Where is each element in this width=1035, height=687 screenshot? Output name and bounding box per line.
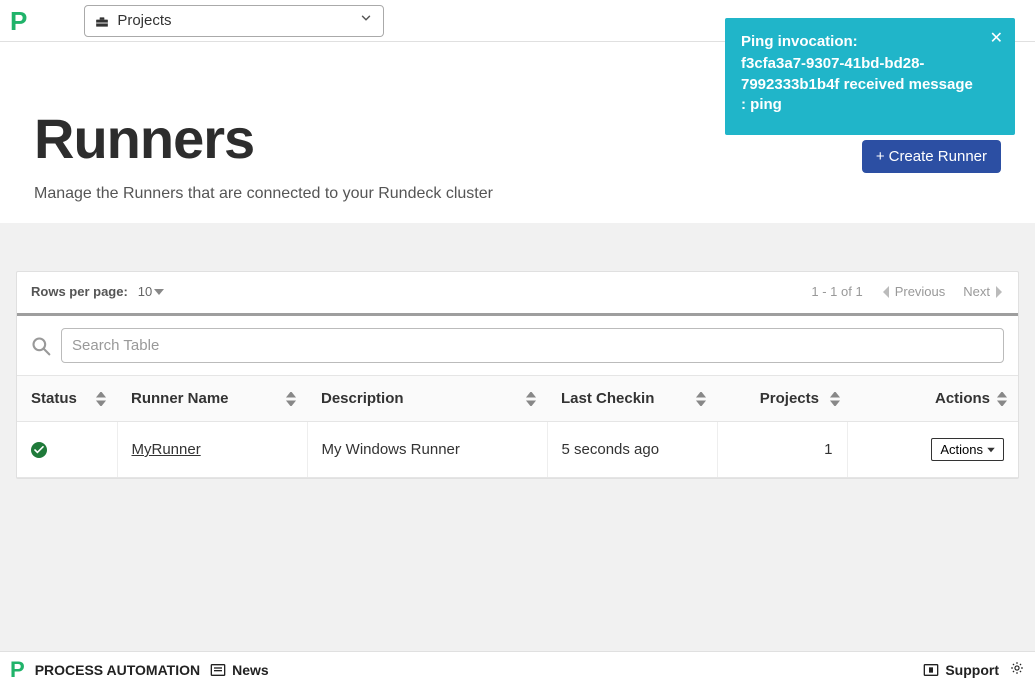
toast-title: Ping invocation: (741, 32, 979, 52)
prev-page-button[interactable]: Previous (881, 284, 946, 299)
runner-name-link[interactable]: MyRunner (132, 441, 201, 458)
search-row (17, 316, 1018, 376)
row-actions-label: Actions (940, 442, 983, 457)
rows-per-page-selector[interactable]: 10 (138, 284, 164, 299)
col-name-label: Runner Name (131, 390, 229, 407)
table-row: MyRunner My Windows Runner 5 seconds ago… (17, 422, 1018, 478)
support-icon (923, 663, 939, 677)
main-content: Rows per page: 10 1 - 1 of 1 Previous Ne… (0, 223, 1035, 687)
rows-per-page-label: Rows per page: (31, 284, 128, 299)
sort-icon (829, 392, 841, 406)
plus-icon: + (876, 148, 885, 165)
col-name[interactable]: Runner Name (117, 376, 307, 422)
pager: 1 - 1 of 1 Previous Next (811, 284, 1004, 299)
description-cell: My Windows Runner (307, 422, 547, 478)
caret-down-icon (154, 288, 164, 296)
col-status[interactable]: Status (17, 376, 117, 422)
name-cell: MyRunner (117, 422, 307, 478)
col-status-label: Status (31, 390, 77, 407)
table-toolbar: Rows per page: 10 1 - 1 of 1 Previous Ne… (17, 272, 1018, 316)
footer-brand: PROCESS AUTOMATION (35, 662, 200, 678)
status-healthy-icon (31, 442, 47, 458)
news-label: News (232, 662, 269, 678)
toast-body: f3cfa3a7-9307-41bd-bd28-7992333b1b4f rec… (741, 54, 979, 115)
col-description-label: Description (321, 390, 404, 407)
arrow-left-icon (881, 286, 891, 298)
sort-icon (695, 392, 707, 406)
sort-icon (525, 392, 537, 406)
close-icon[interactable]: ✕ (990, 28, 1003, 50)
col-description[interactable]: Description (307, 376, 547, 422)
sort-icon (95, 392, 107, 406)
col-projects[interactable]: Projects (717, 376, 847, 422)
support-label: Support (945, 662, 999, 678)
project-selector-label: Projects (117, 12, 171, 29)
briefcase-icon (95, 15, 109, 27)
col-checkin-label: Last Checkin (561, 390, 654, 407)
chevron-down-icon (359, 11, 373, 30)
footer-logo: P (10, 659, 25, 681)
col-actions-label: Actions (935, 390, 990, 407)
notification-toast: ✕ Ping invocation: f3cfa3a7-9307-41bd-bd… (725, 18, 1015, 135)
rows-per-page-value: 10 (138, 284, 152, 299)
row-actions-button[interactable]: Actions (931, 438, 1004, 461)
arrow-right-icon (994, 286, 1004, 298)
news-link[interactable]: News (210, 662, 269, 678)
sort-icon (996, 392, 1008, 406)
next-page-button[interactable]: Next (963, 284, 1004, 299)
col-checkin[interactable]: Last Checkin (547, 376, 717, 422)
col-actions[interactable]: Actions (847, 376, 1018, 422)
col-projects-label: Projects (760, 390, 819, 407)
create-runner-label: Create Runner (889, 148, 987, 165)
actions-cell: Actions (847, 422, 1018, 478)
projects-cell: 1 (717, 422, 847, 478)
app-logo: P (10, 8, 27, 34)
runners-card: Rows per page: 10 1 - 1 of 1 Previous Ne… (16, 271, 1019, 479)
sort-icon (285, 392, 297, 406)
caret-down-icon (987, 447, 995, 453)
search-icon (31, 336, 51, 356)
gear-icon[interactable] (1009, 661, 1025, 678)
search-input[interactable] (61, 328, 1004, 363)
create-runner-button[interactable]: + Create Runner (862, 140, 1001, 173)
news-icon (210, 663, 226, 677)
page-subtitle: Manage the Runners that are connected to… (34, 185, 1001, 203)
checkin-cell: 5 seconds ago (547, 422, 717, 478)
support-link[interactable]: Support (923, 662, 999, 678)
page-range: 1 - 1 of 1 (811, 284, 862, 299)
status-cell (17, 422, 117, 478)
project-selector[interactable]: Projects (84, 5, 384, 37)
prev-label: Previous (895, 284, 946, 299)
footer-bar: P PROCESS AUTOMATION News Support (0, 651, 1035, 687)
runners-table: Status Runner Name Description Last Chec… (17, 376, 1018, 478)
next-label: Next (963, 284, 990, 299)
